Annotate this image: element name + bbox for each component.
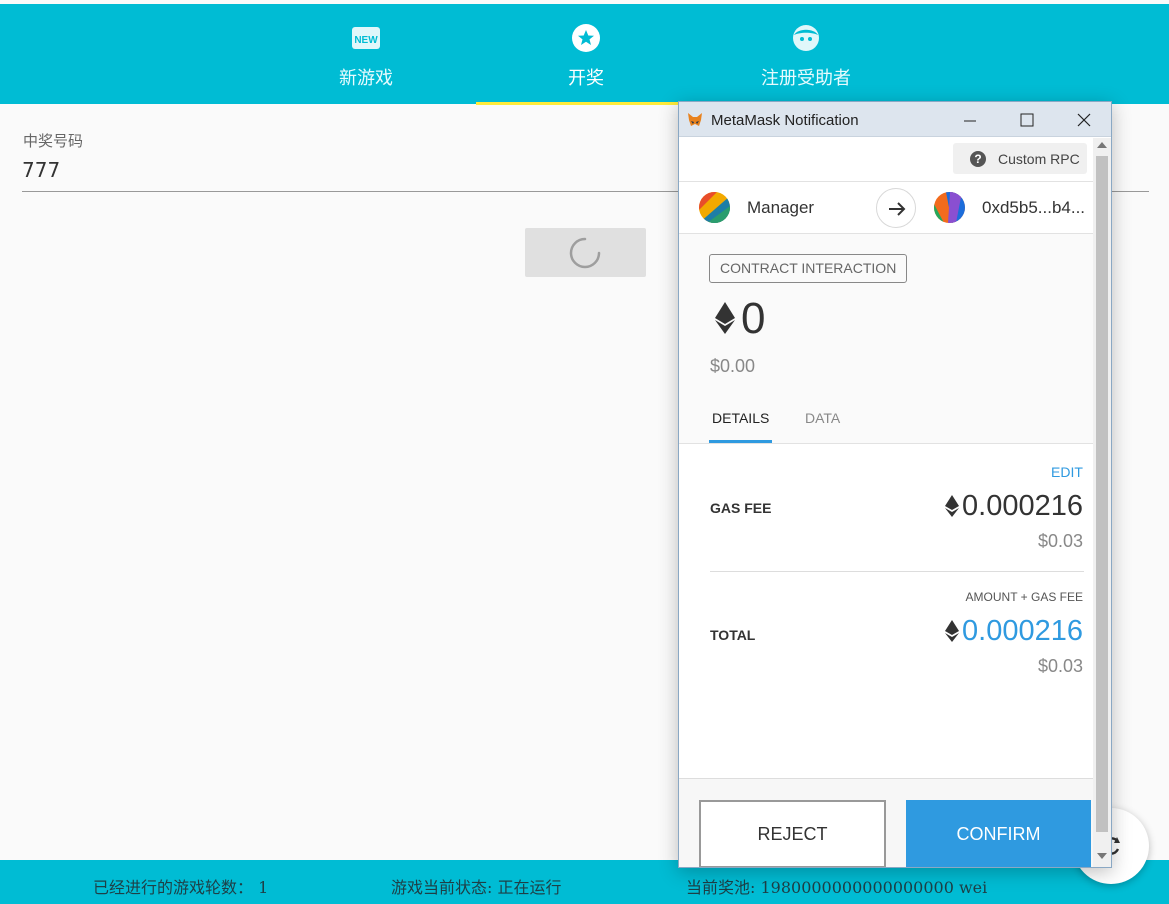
ethereum-icon xyxy=(945,620,960,642)
gas-fee-usd: $0.03 xyxy=(1037,531,1083,551)
transaction-summary: CONTRACT INTERACTION 0 $0.00 DETAILS DAT… xyxy=(679,234,1093,444)
total-value-row: 0.000216 xyxy=(945,615,1083,648)
maximize-button[interactable] xyxy=(1004,102,1050,137)
prize-pool-text: 当前奖池: 1980000000000000000 wei xyxy=(686,878,988,897)
vertical-scrollbar[interactable] xyxy=(1093,138,1111,867)
maximize-icon xyxy=(1020,113,1034,127)
loading-spinner-icon xyxy=(569,237,601,269)
window-title: MetaMask Notification xyxy=(711,112,859,129)
winning-number-label: 中奖号码 xyxy=(23,132,84,150)
scrollbar-thumb[interactable] xyxy=(1096,156,1108,832)
from-account-avatar xyxy=(699,192,730,223)
new-badge-icon: NEW xyxy=(352,27,380,49)
edit-gas-link[interactable]: EDIT xyxy=(1051,464,1083,480)
window-titlebar[interactable]: MetaMask Notification xyxy=(679,102,1111,137)
divider xyxy=(679,443,1093,444)
tab-label: 开奖 xyxy=(568,68,604,89)
tab-label: 新游戏 xyxy=(339,68,393,89)
to-account-address: 0xd5b5...b4... xyxy=(982,198,1086,217)
face-icon xyxy=(793,25,819,51)
active-tab-indicator xyxy=(476,102,696,105)
tab-new-game[interactable]: NEW 新游戏 xyxy=(256,4,476,104)
network-label: Custom RPC xyxy=(998,151,1080,167)
to-account-avatar xyxy=(934,192,965,223)
tab-register-recipient[interactable]: 注册受助者 xyxy=(696,4,916,104)
scroll-up-arrow-icon[interactable] xyxy=(1097,142,1107,148)
divider xyxy=(710,571,1084,572)
tab-label: 注册受助者 xyxy=(761,68,851,89)
draw-submit-button[interactable] xyxy=(525,228,646,277)
ethereum-icon xyxy=(715,302,735,334)
network-selector[interactable]: ? Custom RPC xyxy=(953,143,1087,174)
total-label: TOTAL xyxy=(710,627,756,643)
transfer-arrow xyxy=(876,188,916,228)
rounds-count-text: 已经进行的游戏轮数： 1 xyxy=(93,878,269,897)
gas-fee-value: 0.000216 xyxy=(962,490,1083,522)
minimize-button[interactable] xyxy=(947,102,993,137)
contract-interaction-badge: CONTRACT INTERACTION xyxy=(709,254,908,283)
winning-number-input[interactable]: 777 xyxy=(22,158,60,182)
metamask-fox-icon xyxy=(688,113,702,126)
tab-details[interactable]: DETAILS xyxy=(712,410,769,426)
close-window-button[interactable] xyxy=(1061,102,1107,137)
action-footer: REJECT CONFIRM xyxy=(679,778,1093,867)
game-state-text: 游戏当前状态: 正在运行 xyxy=(391,878,562,897)
scroll-down-arrow-icon[interactable] xyxy=(1097,853,1107,859)
arrow-right-icon xyxy=(889,202,906,216)
reject-button[interactable]: REJECT xyxy=(699,800,886,867)
gas-fee-label: GAS FEE xyxy=(710,500,772,516)
confirm-button[interactable]: CONFIRM xyxy=(906,800,1091,867)
minimize-icon xyxy=(964,120,976,122)
top-tab-bar: NEW 新游戏 开奖 注册受助者 xyxy=(0,4,1169,105)
tab-draw[interactable]: 开奖 xyxy=(476,4,696,104)
gas-fee-value-row: 0.000216 xyxy=(945,490,1083,523)
divider xyxy=(679,181,1093,182)
tab-data[interactable]: DATA xyxy=(805,410,840,426)
star-circle-icon xyxy=(572,24,600,52)
total-value: 0.000216 xyxy=(962,615,1083,647)
metamask-window: MetaMask Notification ? Custom RPC Manag… xyxy=(678,101,1112,868)
svg-text:NEW: NEW xyxy=(354,35,378,46)
question-circle-icon: ? xyxy=(970,151,986,167)
total-sublabel: AMOUNT + GAS FEE xyxy=(965,590,1083,604)
transaction-amount: 0 xyxy=(741,294,766,343)
close-icon xyxy=(1077,113,1091,127)
ethereum-icon xyxy=(945,495,960,517)
metamask-content: ? Custom RPC Manager 0xd5b5...b4... CONT… xyxy=(679,138,1093,867)
from-account-name: Manager xyxy=(747,198,815,217)
total-usd: $0.03 xyxy=(1037,656,1083,676)
transaction-amount-usd: $0.00 xyxy=(710,356,756,376)
